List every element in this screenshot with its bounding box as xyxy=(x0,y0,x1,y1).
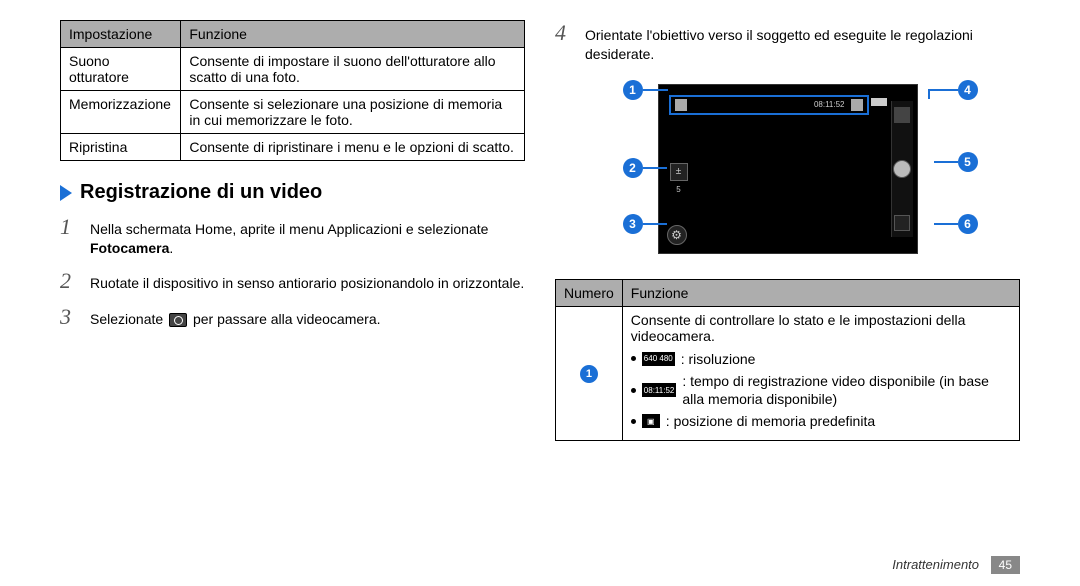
callout-line xyxy=(934,161,958,163)
exposure-icon: ± xyxy=(670,163,688,181)
table1-row1-label: Memorizzazione xyxy=(61,91,181,134)
camera-icon xyxy=(169,313,187,327)
table1-header-impostazione: Impostazione xyxy=(61,21,181,48)
resolution-icon xyxy=(675,99,687,111)
memory-indicator-icon: ▣ xyxy=(642,414,660,428)
step-1-bold: Fotocamera xyxy=(90,240,169,256)
table2-row1-num: 1 xyxy=(556,306,623,440)
step-4: 4 Orientate l'obiettivo verso il soggett… xyxy=(555,20,1020,64)
camera-screen: 08:11:52 ± 5 ⚙ xyxy=(658,84,918,254)
camera-diagram: 08:11:52 ± 5 ⚙ 1 2 3 4 5 6 xyxy=(598,74,978,264)
step-1-text-a: Nella schermata Home, aprite il menu App… xyxy=(90,221,488,237)
table1-row0-label: Suono otturatore xyxy=(61,48,181,91)
table1-row2-label: Ripristina xyxy=(61,134,181,161)
memory-text: : posizione di memoria predefinita xyxy=(666,412,875,430)
steps-list: 1 Nella schermata Home, aprite il menu A… xyxy=(60,214,525,330)
bullet-memory: ▣ : posizione di memoria predefinita xyxy=(631,412,1011,430)
callout-badge-6: 6 xyxy=(958,214,978,234)
page-number: 45 xyxy=(991,556,1020,574)
step-1: 1 Nella schermata Home, aprite il menu A… xyxy=(60,214,525,258)
bullet-resolution: 640 480 : risoluzione xyxy=(631,350,1011,368)
table2-header-numero: Numero xyxy=(556,279,623,306)
callout-table: Numero Funzione 1 Consente di controllar… xyxy=(555,279,1020,441)
right-column: 4 Orientate l'obiettivo verso il soggett… xyxy=(540,0,1080,586)
time-indicator-icon: 08:11:52 xyxy=(642,383,677,397)
settings-table: Impostazione Funzione Suono otturatore C… xyxy=(60,20,525,161)
chevron-icon xyxy=(60,185,72,201)
step-1-text-c: . xyxy=(169,240,173,256)
callout-line xyxy=(928,89,958,91)
exposure-value: 5 xyxy=(676,185,680,194)
section-title-text: Registrazione di un video xyxy=(80,181,322,204)
callout-badge-3: 3 xyxy=(623,214,643,234)
callout-line xyxy=(934,223,958,225)
callout-badge-5: 5 xyxy=(958,152,978,172)
left-controls: ± 5 xyxy=(667,163,691,203)
table2-header-funzione: Funzione xyxy=(622,279,1019,306)
bullet-icon xyxy=(631,356,636,361)
step-2-text: Ruotate il dispositivo in senso antiorar… xyxy=(90,274,525,293)
section-title: Registrazione di un video xyxy=(60,181,525,204)
record-icon xyxy=(893,160,911,178)
step-3-text-a: Selezionate xyxy=(90,311,167,327)
table1-header-funzione: Funzione xyxy=(181,21,525,48)
callout-line xyxy=(643,89,668,91)
status-bar-highlight: 08:11:52 xyxy=(669,95,869,115)
callout-line xyxy=(928,89,930,99)
table2-row1-desc: Consente di controllare lo stato e le im… xyxy=(622,306,1019,440)
callout-badge-4: 4 xyxy=(958,80,978,100)
recording-time: 08:11:52 xyxy=(814,100,845,109)
right-controls xyxy=(891,101,913,237)
bullet-icon xyxy=(631,419,636,424)
mode-switch-icon xyxy=(894,215,910,231)
table1-row0-desc: Consente di impostare il suono dell'ottu… xyxy=(181,48,525,91)
gallery-icon xyxy=(894,107,910,123)
resolution-text: : risoluzione xyxy=(681,350,756,368)
bullet-time: 08:11:52 : tempo di registrazione video … xyxy=(631,372,1011,408)
callout-line xyxy=(643,167,667,169)
step-number: 1 xyxy=(60,214,80,240)
step-3: 3 Selezionate per passare alla videocame… xyxy=(60,304,525,330)
callout-badge-1: 1 xyxy=(623,80,643,100)
callout-badge-1-inline: 1 xyxy=(580,365,598,383)
time-text: : tempo di registrazione video disponibi… xyxy=(682,372,1011,408)
battery-icon xyxy=(871,98,887,106)
step-3-text-b: per passare alla videocamera. xyxy=(189,311,380,327)
resolution-indicator-icon: 640 480 xyxy=(642,352,675,366)
storage-icon xyxy=(851,99,863,111)
settings-icon: ⚙ xyxy=(667,225,687,245)
step-1-text: Nella schermata Home, aprite il menu App… xyxy=(90,220,525,258)
step-4-text: Orientate l'obiettivo verso il soggetto … xyxy=(585,26,1020,64)
page-footer: Intrattenimento 45 xyxy=(892,556,1020,574)
table1-row2-desc: Consente di ripristinare i menu e le opz… xyxy=(181,134,525,161)
step-2: 2 Ruotate il dispositivo in senso antior… xyxy=(60,268,525,294)
left-column: Impostazione Funzione Suono otturatore C… xyxy=(0,0,540,586)
step-number: 4 xyxy=(555,20,575,46)
row1-intro: Consente di controllare lo stato e le im… xyxy=(631,312,1011,344)
step-3-text: Selezionate per passare alla videocamera… xyxy=(90,310,525,329)
step-number: 3 xyxy=(60,304,80,330)
callout-badge-2: 2 xyxy=(623,158,643,178)
footer-section-label: Intrattenimento xyxy=(892,557,979,572)
callout-line xyxy=(643,223,667,225)
bullet-icon xyxy=(631,388,636,393)
step-number: 2 xyxy=(60,268,80,294)
table1-row1-desc: Consente si selezionare una posizione di… xyxy=(181,91,525,134)
